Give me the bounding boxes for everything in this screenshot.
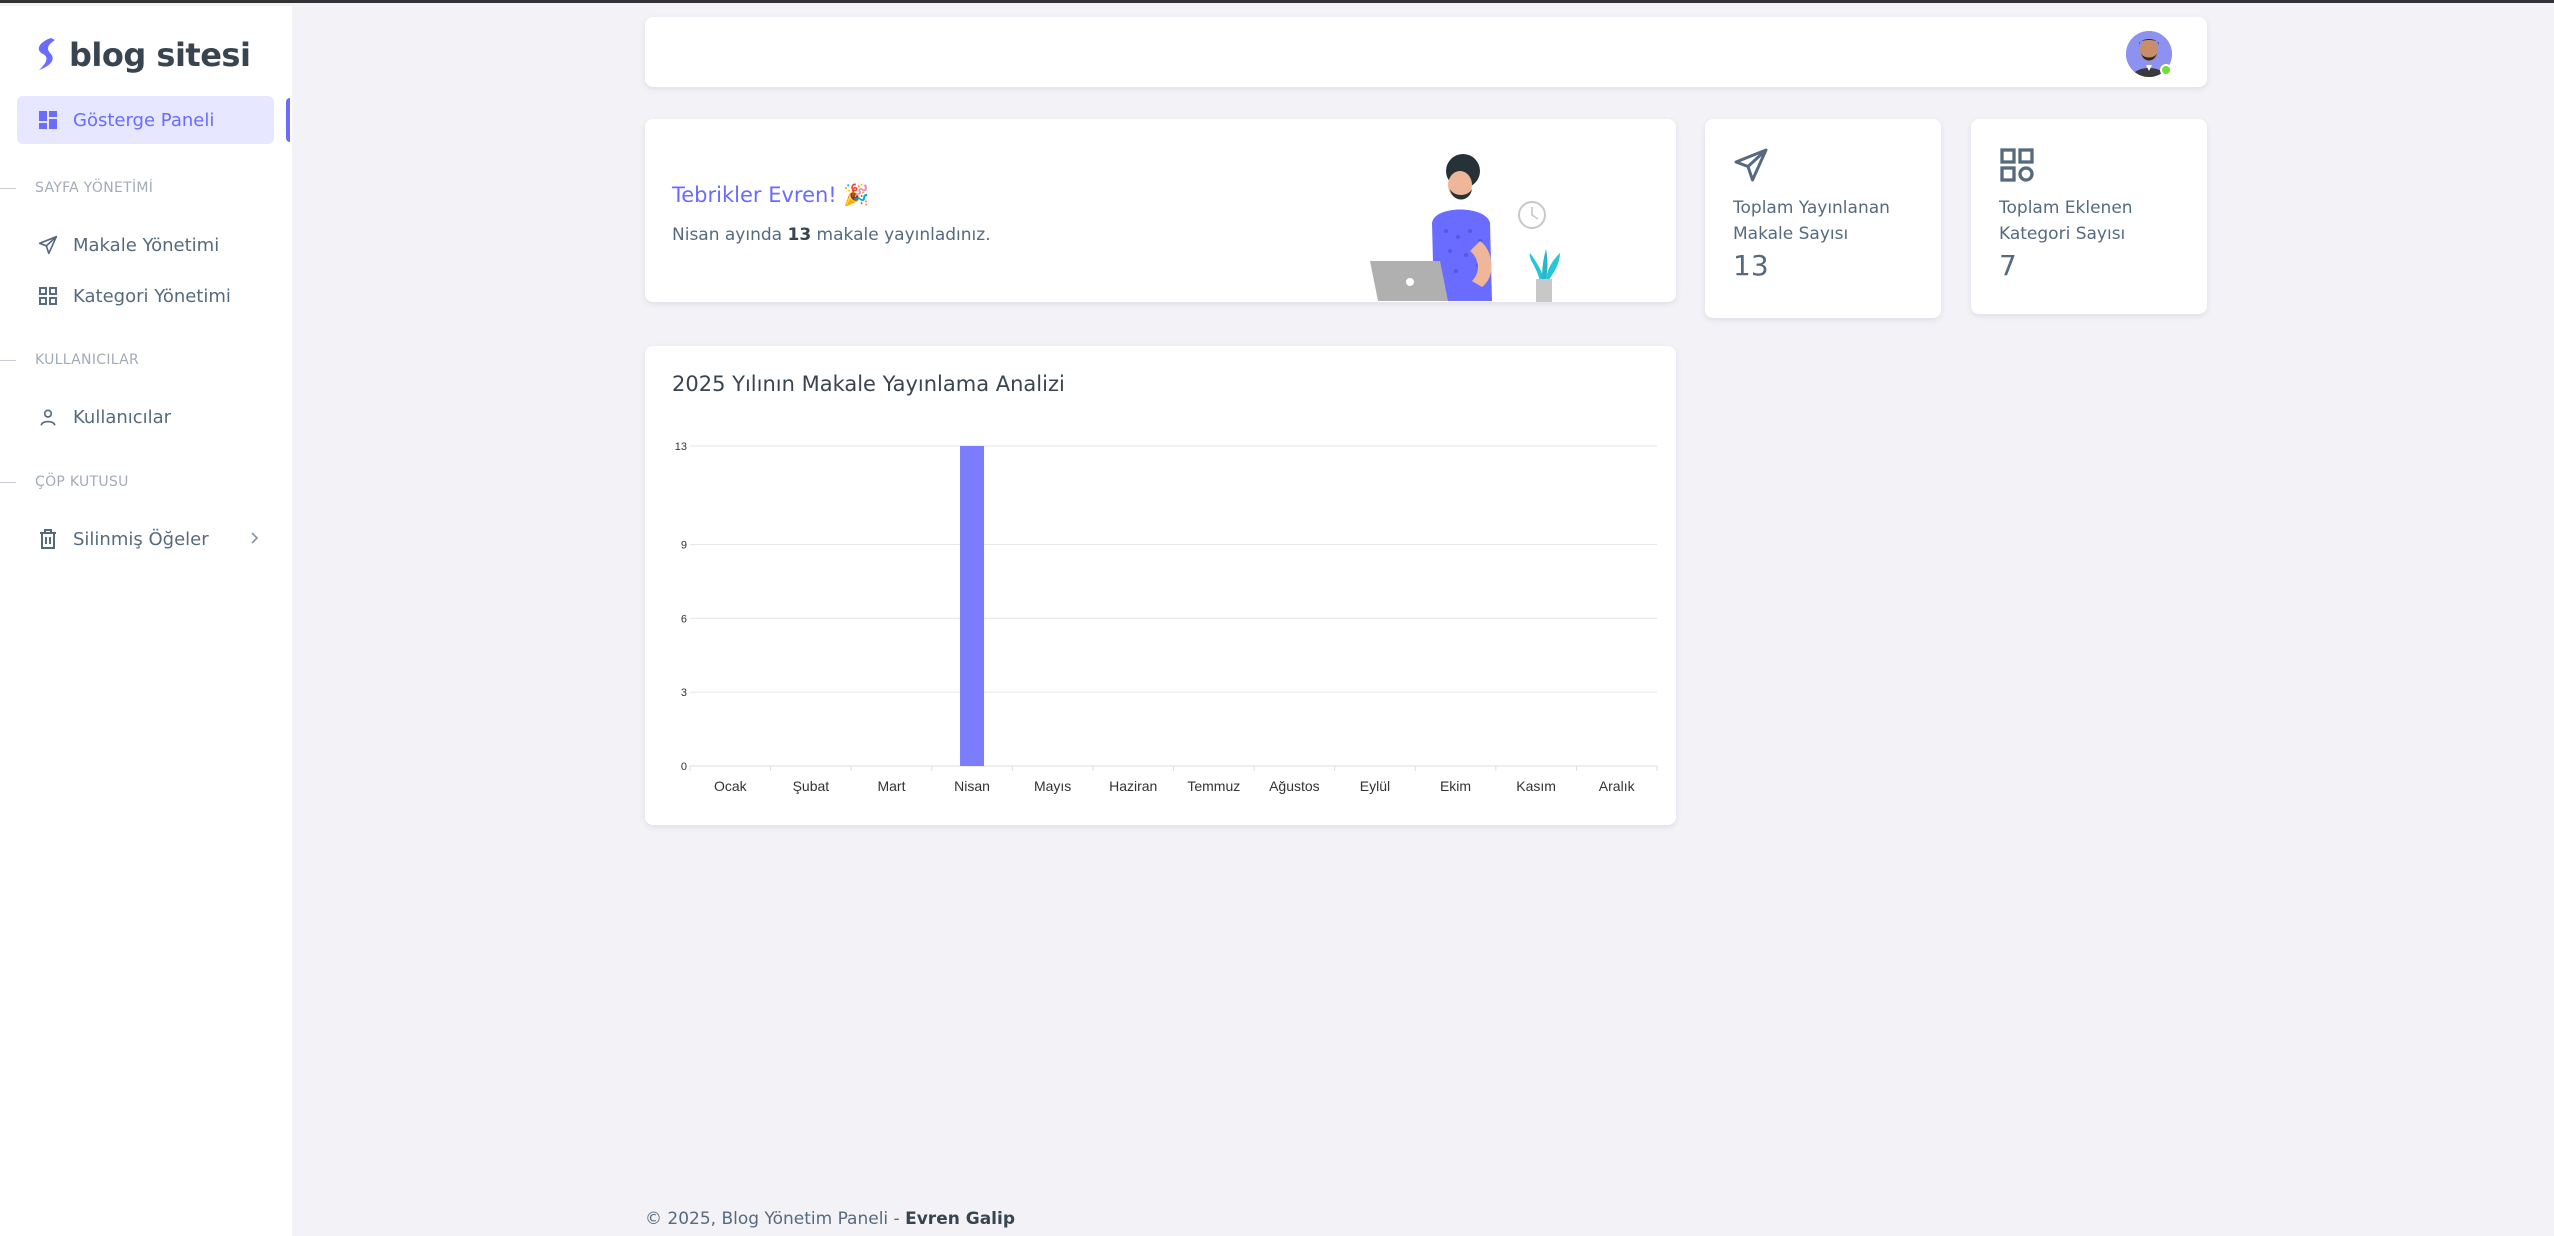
stat-value: 13 xyxy=(1733,249,1769,282)
welcome-text: Nisan ayında 13 makale yayınladınız. xyxy=(672,225,991,245)
chart-card: 2025 Yılının Makale Yayınlama Analizi 03… xyxy=(645,346,1676,825)
sidebar-item-kategori[interactable]: Kategori Yönetimi xyxy=(17,274,274,318)
sidebar: blog sitesi Gösterge Paneli SAYFA YÖNETİ… xyxy=(0,6,292,1236)
stat-card-categories: Toplam Eklenen Kategori Sayısı 7 xyxy=(1971,119,2207,314)
menu-header-cop-kutusu: ÇÖP KUTUSU xyxy=(35,474,129,490)
x-tick-label: Mayıs xyxy=(1034,778,1071,794)
y-tick-label: 6 xyxy=(681,613,687,625)
sidebar-item-label: Silinmiş Öğeler xyxy=(73,528,209,550)
welcome-card: Tebrikler Evren! 🎉 Nisan ayında 13 makal… xyxy=(645,119,1676,302)
y-tick-label: 13 xyxy=(675,441,687,453)
x-tick-label: Aralık xyxy=(1599,778,1636,794)
y-tick-label: 0 xyxy=(681,761,687,773)
stat-label: Toplam Yayınlanan Makale Sayısı xyxy=(1733,198,1890,244)
bar-nisan xyxy=(960,446,985,766)
sidebar-item-silinmis[interactable]: Silinmiş Öğeler xyxy=(17,517,274,561)
send-icon xyxy=(1734,148,1768,182)
trash-icon xyxy=(37,528,59,550)
x-tick-label: Ekim xyxy=(1440,778,1471,794)
x-tick-label: Temmuz xyxy=(1187,778,1240,794)
user-icon xyxy=(37,406,59,428)
stat-label: Toplam Eklenen Kategori Sayısı xyxy=(1999,198,2133,244)
sidebar-item-kullanicilar[interactable]: Kullanıcılar xyxy=(17,395,274,439)
divider xyxy=(0,482,16,483)
divider xyxy=(0,188,16,189)
sidebar-item-label: Kullanıcılar xyxy=(73,406,172,428)
sidebar-item-dashboard[interactable]: Gösterge Paneli xyxy=(17,96,274,144)
send-icon xyxy=(37,234,59,256)
welcome-count: 13 xyxy=(787,225,812,245)
dashboard-icon xyxy=(37,109,59,131)
x-tick-label: Kasım xyxy=(1516,778,1556,794)
brand[interactable]: blog sitesi xyxy=(33,36,251,74)
menu-header-sayfa: SAYFA YÖNETİMİ xyxy=(35,180,154,196)
sidebar-item-label: Gösterge Paneli xyxy=(73,109,215,131)
stat-value: 7 xyxy=(1999,249,2017,282)
active-indicator xyxy=(286,98,290,142)
brand-name: blog sitesi xyxy=(69,36,251,74)
x-tick-label: Eylül xyxy=(1360,778,1390,794)
stat-card-articles: Toplam Yayınlanan Makale Sayısı 13 xyxy=(1705,119,1941,318)
grid-icon xyxy=(2000,148,2034,182)
sidebar-item-label: Makale Yönetimi xyxy=(73,234,220,256)
brand-logo-icon xyxy=(38,38,55,70)
menu-header-kullanicilar: KULLANICILAR xyxy=(35,352,140,368)
x-tick-label: Mart xyxy=(877,778,905,794)
bar-chart: 0 3 6 9 13 Ocak Şubat Mart Nisan Mayıs Haziran Temm… xyxy=(675,441,1658,794)
x-tick-label: Ocak xyxy=(714,778,748,794)
welcome-title: Tebrikler Evren! 🎉 xyxy=(672,183,870,207)
sidebar-item-makale[interactable]: Makale Yönetimi xyxy=(17,223,274,267)
footer-author[interactable]: Evren Galip xyxy=(905,1209,1015,1229)
x-tick-label: Haziran xyxy=(1109,778,1157,794)
y-tick-label: 9 xyxy=(681,539,687,551)
grid-icon xyxy=(37,285,59,307)
y-tick-label: 3 xyxy=(681,687,687,699)
x-tick-label: Nisan xyxy=(954,778,990,794)
x-tick-label: Şubat xyxy=(793,778,830,794)
divider xyxy=(0,360,16,361)
online-status-dot xyxy=(2160,64,2172,76)
footer: © 2025, Blog Yönetim Paneli - Evren Gali… xyxy=(645,1209,1015,1229)
x-tick-label: Ağustos xyxy=(1269,778,1320,794)
top-navbar xyxy=(645,17,2207,87)
chevron-right-icon xyxy=(251,532,259,544)
sidebar-item-label: Kategori Yönetimi xyxy=(73,285,231,307)
man-with-laptop-illustration xyxy=(1370,154,1560,302)
